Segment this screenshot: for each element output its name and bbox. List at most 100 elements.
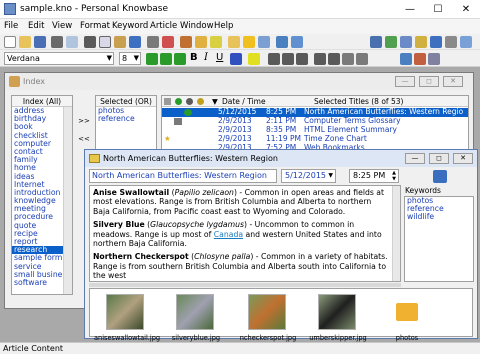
font-select[interactable]: Verdana ▼ [4,52,114,65]
menu-view[interactable]: View [52,21,72,31]
spin-icon[interactable]: ▲ ▼ [392,170,396,182]
paste-icon[interactable] [114,36,126,48]
minimize-icon[interactable]: — [396,0,424,19]
image-icon[interactable] [400,53,412,65]
article-content[interactable]: Anise Swallowtail (Papilio zelicaon) - C… [89,185,401,282]
align-center-icon[interactable] [282,53,294,65]
favorite-star-icon[interactable] [243,36,255,48]
article-list-icon[interactable] [370,36,382,48]
index-icon [9,76,20,87]
key-icon[interactable] [415,36,427,48]
open-folder-icon[interactable] [19,36,31,48]
para3-latin: Chlosyne palla [194,252,251,262]
content-scrollbar[interactable] [392,186,400,281]
window-title: sample.kno - Personal Knowbase [20,4,169,14]
print-icon[interactable] [51,36,63,48]
keyword-item[interactable]: wildlife [405,213,473,221]
menu-help[interactable]: Help [214,21,233,31]
canada-link[interactable]: Canada [214,230,243,239]
align-right-icon[interactable] [296,53,308,65]
para2-latin: Glaucopsyche lygdamus [150,220,244,230]
attachment-col-icon[interactable] [164,98,171,105]
status-col-icon[interactable] [175,98,182,105]
italic-icon[interactable]: I [204,52,208,63]
checkmark-icon[interactable] [385,36,397,48]
article-date-value: 5/12/2015 [285,171,327,180]
settings-icon[interactable] [445,36,457,48]
minimize-icon[interactable]: — [405,153,425,164]
numbering-icon[interactable] [328,53,340,65]
menu-article[interactable]: Article [150,21,177,31]
bold-icon[interactable]: B [190,52,198,63]
help-icon[interactable] [276,36,288,48]
close-icon[interactable]: ✕ [443,76,463,87]
menu-format[interactable]: Format [80,21,110,31]
maximize-icon[interactable]: ☐ [424,0,452,19]
list-item[interactable]: reference [96,114,156,123]
keyword-icon[interactable] [195,36,207,48]
style-3-icon[interactable] [174,53,186,65]
menu-file[interactable]: File [4,21,18,31]
menu-window[interactable]: Window [180,21,214,31]
layout-icon[interactable] [460,36,472,48]
attachment-icon [174,118,182,125]
add-keyword-button[interactable]: >> [77,115,91,127]
restore-icon[interactable]: ◻ [429,153,449,164]
undo-icon[interactable] [147,36,159,48]
keyword-link-icon[interactable] [433,170,447,183]
highlight-icon[interactable] [248,53,260,65]
find-icon[interactable] [129,36,141,48]
keywords-list[interactable]: photos reference wildlife [404,196,474,282]
menu-edit[interactable]: Edit [28,21,44,31]
date-header[interactable]: Date / Time [222,96,266,107]
print-preview-icon[interactable] [66,36,78,48]
link-icon[interactable] [414,53,426,65]
spellcheck-icon[interactable] [162,36,174,48]
bullets-icon[interactable] [314,53,326,65]
paragraph-anise: Anise Swallowtail (Papilio zelicaon) - C… [93,188,385,216]
indent-icon[interactable] [342,53,354,65]
pane-splitter[interactable] [89,283,401,287]
underline-icon[interactable]: U [216,52,223,63]
menu-keyword[interactable]: Keyword [112,21,148,31]
font-select-value: Verdana [7,54,40,63]
outdent-icon[interactable] [356,53,368,65]
close-icon[interactable]: ✕ [453,153,473,164]
tile-icon[interactable] [291,36,303,48]
attachment-thumbnail[interactable] [176,294,214,330]
edit-keyword-icon[interactable] [210,36,222,48]
font-size-value: 8 [122,54,128,63]
restore-icon[interactable]: ◻ [419,76,439,87]
minimize-icon[interactable]: — [395,76,415,87]
article-date-input[interactable]: 5/12/2015 ▼ [281,169,336,183]
attachment-thumbnail[interactable] [318,294,356,330]
table-icon[interactable] [428,53,440,65]
attachment-thumbnail[interactable] [248,294,286,330]
window-icon[interactable] [430,36,442,48]
attachment-label: photos [395,334,419,342]
remove-keyword-button[interactable]: << [77,133,91,145]
article-title-input[interactable]: North American Butterflies: Western Regi… [89,169,277,183]
style-2-icon[interactable] [160,53,172,65]
attachment-thumbnail[interactable] [106,294,144,330]
folder-icon[interactable] [396,303,418,321]
copy-icon[interactable] [99,36,111,48]
style-icon[interactable] [146,53,158,65]
cut-icon[interactable] [84,36,96,48]
folder-icon[interactable] [228,36,240,48]
align-left-icon[interactable] [268,53,280,65]
close-icon[interactable]: ✕ [452,0,480,19]
filter-icon[interactable] [400,36,412,48]
article-time-input[interactable]: 8:25 PM ▲ ▼ [349,169,399,183]
attachments-panel[interactable]: aniseswallowtail.jpg silveryblue.jpg nch… [89,288,473,342]
new-article-icon[interactable] [180,36,192,48]
index-scrollbar[interactable] [63,107,72,294]
lock-col-icon[interactable] [186,98,193,105]
save-icon[interactable] [34,36,46,48]
font-size-select[interactable]: 8 ▼ [119,52,141,65]
priority-col-icon[interactable] [197,98,204,105]
index-view-icon[interactable] [258,36,270,48]
titles-header[interactable]: Selected Titles (8 of 53) [314,96,403,107]
new-file-icon[interactable] [4,36,16,48]
font-color-icon[interactable] [230,53,242,65]
